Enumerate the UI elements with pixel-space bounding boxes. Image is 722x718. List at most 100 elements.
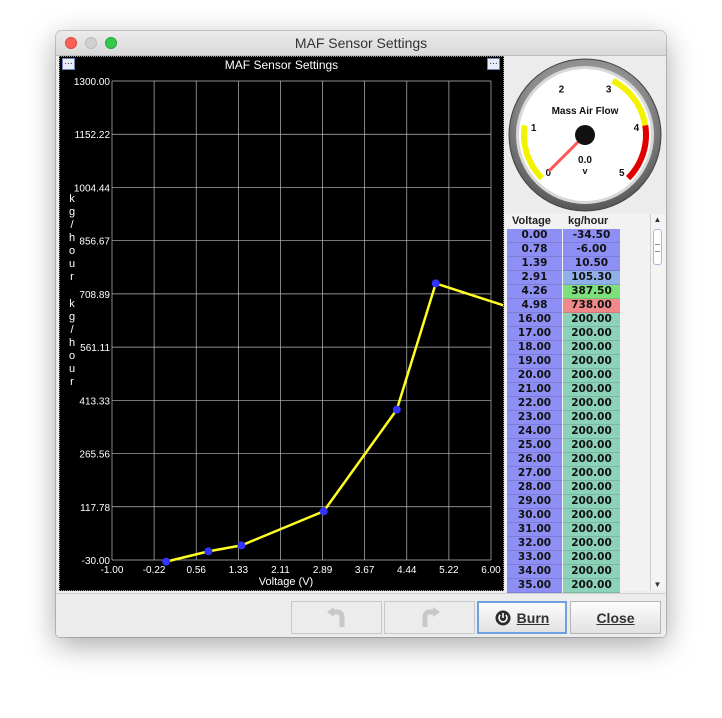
kg-hour-cell[interactable]: 200.00 bbox=[563, 313, 620, 327]
kg-hour-cell[interactable]: 200.00 bbox=[563, 383, 620, 397]
table-row[interactable]: 33.00 200.00 bbox=[507, 551, 620, 565]
voltage-cell[interactable]: 0.78 bbox=[507, 243, 562, 257]
table-row[interactable]: 1.39 10.50 bbox=[507, 257, 620, 271]
scroll-up-arrow-icon[interactable]: ▲ bbox=[651, 214, 664, 226]
voltage-cell[interactable]: 2.91 bbox=[507, 271, 562, 285]
voltage-cell[interactable]: 25.00 bbox=[507, 439, 562, 453]
table-row[interactable]: 34.00 200.00 bbox=[507, 565, 620, 579]
kg-hour-cell[interactable]: 200.00 bbox=[563, 341, 620, 355]
curve-point[interactable] bbox=[392, 405, 401, 414]
curve-point[interactable] bbox=[237, 541, 246, 550]
table-row[interactable]: 28.00 200.00 bbox=[507, 481, 620, 495]
scroll-thumb[interactable] bbox=[653, 229, 662, 265]
voltage-cell[interactable]: 24.00 bbox=[507, 425, 562, 439]
kg-hour-cell[interactable]: -34.50 bbox=[563, 229, 620, 243]
voltage-cell[interactable]: 32.00 bbox=[507, 537, 562, 551]
maf-curve-chart[interactable]: 1300.00 1152.22 1004.44 856.67 708.89 561.11 4… bbox=[60, 57, 503, 590]
table-row[interactable]: 19.00 200.00 bbox=[507, 355, 620, 369]
burn-button[interactable]: Burn bbox=[477, 601, 567, 634]
voltage-cell[interactable]: 31.00 bbox=[507, 523, 562, 537]
voltage-cell[interactable]: 4.98 bbox=[507, 299, 562, 313]
voltage-cell[interactable]: 18.00 bbox=[507, 341, 562, 355]
kg-hour-cell[interactable]: 200.00 bbox=[563, 397, 620, 411]
kg-hour-cell[interactable]: 200.00 bbox=[563, 453, 620, 467]
table-row[interactable]: 2.91 105.30 bbox=[507, 271, 620, 285]
close-button[interactable]: Close bbox=[570, 601, 661, 634]
curve-point[interactable] bbox=[204, 547, 213, 556]
table-scrollbar[interactable]: ▲ ▼ bbox=[650, 214, 664, 591]
kg-hour-cell[interactable]: 200.00 bbox=[563, 495, 620, 509]
table-row[interactable]: 0.00 -34.50 bbox=[507, 229, 620, 243]
table-row[interactable]: 16.00 200.00 bbox=[507, 313, 620, 327]
table-row[interactable]: 26.00 200.00 bbox=[507, 453, 620, 467]
scroll-down-arrow-icon[interactable]: ▼ bbox=[651, 579, 664, 591]
kg-hour-cell[interactable]: 200.00 bbox=[563, 565, 620, 579]
voltage-cell[interactable]: 26.00 bbox=[507, 453, 562, 467]
y-axis-label-char: / bbox=[70, 324, 74, 336]
kg-hour-cell[interactable]: 200.00 bbox=[563, 467, 620, 481]
y-axis-label-char: h bbox=[69, 337, 75, 349]
table-row[interactable]: 18.00 200.00 bbox=[507, 341, 620, 355]
title-bar[interactable]: MAF Sensor Settings bbox=[56, 31, 666, 56]
table-row[interactable]: 24.00 200.00 bbox=[507, 425, 620, 439]
kg-hour-cell[interactable]: 200.00 bbox=[563, 355, 620, 369]
voltage-cell[interactable]: 22.00 bbox=[507, 397, 562, 411]
table-row[interactable]: 22.00 200.00 bbox=[507, 397, 620, 411]
table-row[interactable]: 4.26 387.50 bbox=[507, 285, 620, 299]
undo-button[interactable] bbox=[291, 601, 382, 634]
table-row[interactable]: 31.00 200.00 bbox=[507, 523, 620, 537]
kg-hour-cell[interactable]: -6.00 bbox=[563, 243, 620, 257]
kg-hour-cell[interactable]: 200.00 bbox=[563, 551, 620, 565]
kg-hour-cell[interactable]: 200.00 bbox=[563, 523, 620, 537]
column-header-kg-hour[interactable]: kg/hour bbox=[568, 215, 608, 227]
kg-hour-cell[interactable]: 105.30 bbox=[563, 271, 620, 285]
voltage-cell[interactable]: 21.00 bbox=[507, 383, 562, 397]
voltage-cell[interactable]: 28.00 bbox=[507, 481, 562, 495]
curve-point[interactable] bbox=[319, 507, 328, 516]
table-row[interactable]: 0.78 -6.00 bbox=[507, 243, 620, 257]
voltage-cell[interactable]: 29.00 bbox=[507, 495, 562, 509]
voltage-cell[interactable]: 4.26 bbox=[507, 285, 562, 299]
kg-hour-cell[interactable]: 200.00 bbox=[563, 327, 620, 341]
table-row[interactable]: 30.00 200.00 bbox=[507, 509, 620, 523]
curve-point[interactable] bbox=[162, 557, 171, 566]
table-row[interactable]: 29.00 200.00 bbox=[507, 495, 620, 509]
voltage-cell[interactable]: 35.00 bbox=[507, 579, 562, 593]
burn-button-label: Burn bbox=[516, 609, 550, 626]
table-row[interactable]: 4.98 738.00 bbox=[507, 299, 620, 313]
redo-button[interactable] bbox=[384, 601, 475, 634]
curve-point[interactable] bbox=[431, 279, 440, 288]
voltage-cell[interactable]: 34.00 bbox=[507, 565, 562, 579]
kg-hour-cell[interactable]: 738.00 bbox=[563, 299, 620, 313]
table-row[interactable]: 17.00 200.00 bbox=[507, 327, 620, 341]
table-row[interactable]: 25.00 200.00 bbox=[507, 439, 620, 453]
table-row[interactable]: 32.00 200.00 bbox=[507, 537, 620, 551]
kg-hour-cell[interactable]: 200.00 bbox=[563, 411, 620, 425]
table-row[interactable]: 21.00 200.00 bbox=[507, 383, 620, 397]
kg-hour-cell[interactable]: 200.00 bbox=[563, 369, 620, 383]
voltage-cell[interactable]: 27.00 bbox=[507, 467, 562, 481]
kg-hour-cell[interactable]: 200.00 bbox=[563, 537, 620, 551]
kg-hour-cell[interactable]: 200.00 bbox=[563, 425, 620, 439]
kg-hour-cell[interactable]: 10.50 bbox=[563, 257, 620, 271]
kg-hour-cell[interactable]: 200.00 bbox=[563, 481, 620, 495]
kg-hour-cell[interactable]: 200.00 bbox=[563, 509, 620, 523]
table-row[interactable]: 27.00 200.00 bbox=[507, 467, 620, 481]
voltage-cell[interactable]: 33.00 bbox=[507, 551, 562, 565]
table-row[interactable]: 20.00 200.00 bbox=[507, 369, 620, 383]
voltage-cell[interactable]: 0.00 bbox=[507, 229, 562, 243]
voltage-cell[interactable]: 19.00 bbox=[507, 355, 562, 369]
voltage-cell[interactable]: 23.00 bbox=[507, 411, 562, 425]
column-header-voltage[interactable]: Voltage bbox=[512, 215, 551, 227]
table-row[interactable]: 23.00 200.00 bbox=[507, 411, 620, 425]
table-row[interactable]: 35.00 200.00 bbox=[507, 579, 620, 593]
voltage-cell[interactable]: 16.00 bbox=[507, 313, 562, 327]
voltage-cell[interactable]: 20.00 bbox=[507, 369, 562, 383]
kg-hour-cell[interactable]: 387.50 bbox=[563, 285, 620, 299]
kg-hour-cell[interactable]: 200.00 bbox=[563, 579, 620, 593]
voltage-cell[interactable]: 17.00 bbox=[507, 327, 562, 341]
voltage-cell[interactable]: 30.00 bbox=[507, 509, 562, 523]
y-axis-label-char: g bbox=[69, 206, 75, 218]
voltage-cell[interactable]: 1.39 bbox=[507, 257, 562, 271]
kg-hour-cell[interactable]: 200.00 bbox=[563, 439, 620, 453]
